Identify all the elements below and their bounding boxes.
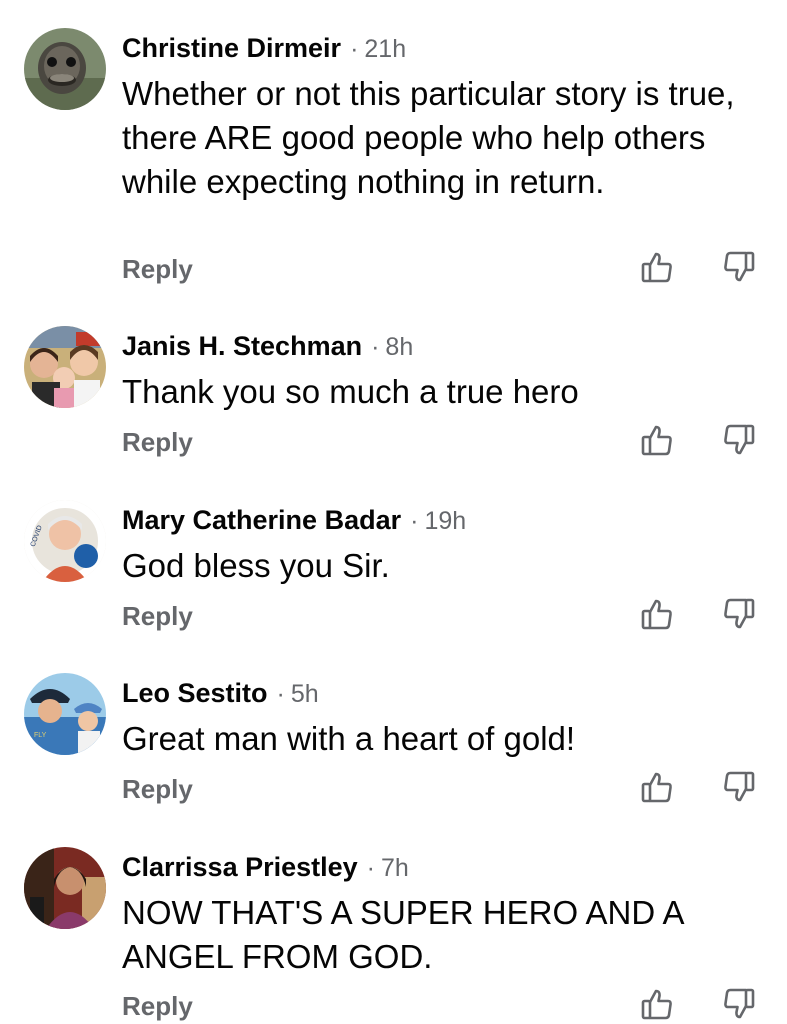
avatar[interactable]: COVID (24, 500, 106, 582)
separator-dot: · (276, 680, 285, 708)
avatar[interactable] (24, 847, 106, 929)
reply-button[interactable]: Reply (122, 253, 193, 285)
separator-dot: · (350, 35, 359, 63)
reply-button[interactable]: Reply (122, 773, 193, 805)
timestamp[interactable]: 19h (424, 507, 466, 535)
separator-dot: · (410, 507, 419, 535)
thumbs-down-icon[interactable] (722, 770, 756, 804)
timestamp[interactable]: 21h (364, 35, 406, 63)
svg-text:FLY: FLY (34, 732, 47, 739)
thumbs-down-icon[interactable] (722, 987, 756, 1021)
avatar[interactable] (24, 28, 106, 110)
thumbs-up-icon[interactable] (640, 597, 674, 631)
timestamp[interactable]: 7h (381, 854, 409, 882)
author-name[interactable]: Janis H. Stechman (122, 331, 362, 361)
thumbs-up-icon[interactable] (640, 987, 674, 1021)
author-name[interactable]: Leo Sestito (122, 678, 268, 708)
thumbs-down-icon[interactable] (722, 250, 756, 284)
reply-button[interactable]: Reply (122, 426, 193, 458)
comment-header: Janis H. Stechman · 8h (122, 326, 413, 366)
comment-header: Christine Dirmeir · 21h (122, 28, 406, 68)
comment-header: Leo Sestito · 5h (122, 673, 319, 713)
thumbs-up-icon[interactable] (640, 423, 674, 457)
separator-dot: · (371, 333, 380, 361)
author-name[interactable]: Christine Dirmeir (122, 33, 341, 63)
comment-text: NOW THAT'S A SUPER HERO AND A ANGEL FROM… (122, 894, 683, 975)
comment-text: God bless you Sir. (122, 547, 390, 584)
comment-text: Great man with a heart of gold! (122, 720, 576, 757)
comment-text: Whether or not this particular story is … (122, 75, 735, 200)
comment-header: Clarrissa Priestley · 7h (122, 847, 409, 887)
reply-button[interactable]: Reply (122, 990, 193, 1022)
separator-dot: · (366, 854, 375, 882)
author-name[interactable]: Clarrissa Priestley (122, 852, 358, 882)
comment-header: Mary Catherine Badar · 19h (122, 500, 466, 540)
avatar[interactable]: FLY (24, 673, 106, 755)
comment-text: Thank you so much a true hero (122, 373, 579, 410)
thumbs-down-icon[interactable] (722, 597, 756, 631)
thumbs-up-icon[interactable] (640, 770, 674, 804)
timestamp[interactable]: 5h (291, 680, 319, 708)
thumbs-up-icon[interactable] (640, 250, 674, 284)
thumbs-down-icon[interactable] (722, 423, 756, 457)
avatar[interactable] (24, 326, 106, 408)
author-name[interactable]: Mary Catherine Badar (122, 505, 401, 535)
reply-button[interactable]: Reply (122, 600, 193, 632)
timestamp[interactable]: 8h (385, 333, 413, 361)
